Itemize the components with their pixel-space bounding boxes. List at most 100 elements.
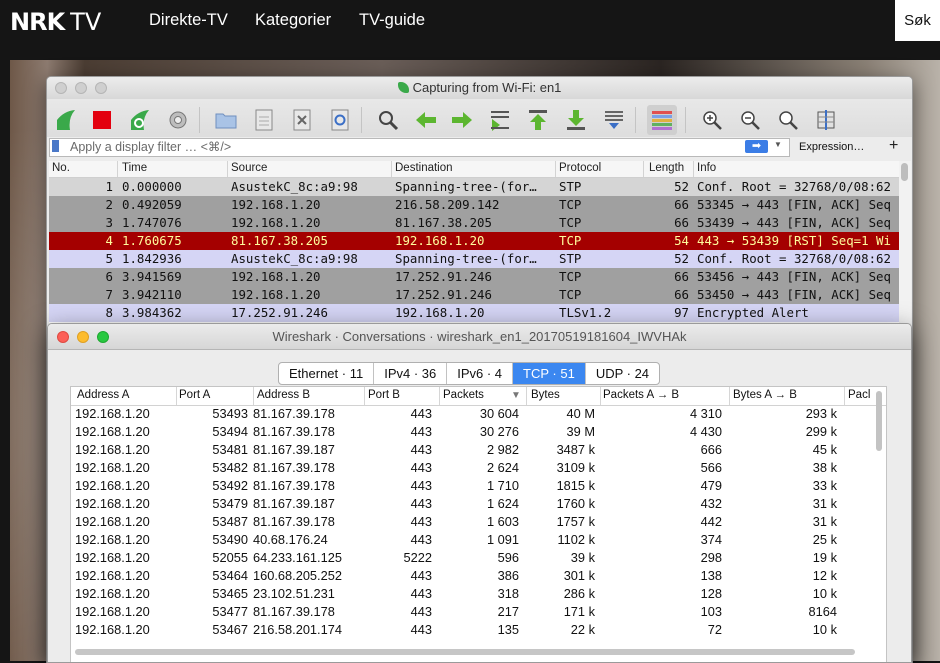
first-packet-icon[interactable] xyxy=(523,105,553,135)
column-header-destination[interactable]: Destination xyxy=(395,162,453,174)
packet-row[interactable]: 8 3.984362 17.252.91.246 192.168.1.20 TLSv1.… xyxy=(49,304,899,322)
conversation-row[interactable]: 192.168.1.20 53482 81.167.39.178 443 2 624 31… xyxy=(71,459,871,477)
colorize-icon[interactable] xyxy=(647,105,677,135)
normal-size-icon[interactable] xyxy=(773,105,803,135)
packet-time: 0.000000 xyxy=(122,179,182,194)
packet-source: 192.168.1.20 xyxy=(231,287,321,302)
column-header-no[interactable]: No. xyxy=(52,162,70,174)
close-window-button[interactable] xyxy=(57,331,69,343)
column-header-packets[interactable]: Packets xyxy=(443,389,484,401)
nrk-tv-logo[interactable]: NRK TV xyxy=(10,8,101,36)
sort-descending-icon[interactable]: ▼ xyxy=(511,390,521,401)
zoom-out-icon[interactable] xyxy=(735,105,765,135)
packet-info: Encrypted Alert xyxy=(697,305,809,320)
column-header-address-b[interactable]: Address B xyxy=(257,389,310,401)
column-header-address-a[interactable]: Address A xyxy=(77,389,129,401)
conversation-row[interactable]: 192.168.1.20 53481 81.167.39.187 443 2 982 34… xyxy=(71,441,871,459)
scrollbar-thumb[interactable] xyxy=(75,649,855,655)
window-title: Capturing from Wi-Fi: en1 xyxy=(412,80,562,95)
last-packet-icon[interactable] xyxy=(561,105,591,135)
packet-row[interactable]: 1 0.000000 AsustekC_8c:a9:98 Spanning-tree-… xyxy=(49,178,899,196)
column-header-protocol[interactable]: Protocol xyxy=(559,162,601,174)
minimize-window-button[interactable] xyxy=(75,82,87,94)
find-packet-icon[interactable] xyxy=(373,105,403,135)
conversation-row[interactable]: 192.168.1.20 53465 23.102.51.231 443 318 286 … xyxy=(71,585,871,603)
capture-options-gear-icon[interactable] xyxy=(163,105,193,135)
nav-direkte-tv[interactable]: Direkte-TV xyxy=(149,11,228,30)
resize-columns-icon[interactable] xyxy=(811,105,841,135)
port-a: 53481 xyxy=(212,442,248,457)
packet-no: 6 xyxy=(105,269,113,284)
conversation-row[interactable]: 192.168.1.20 53477 81.167.39.178 443 217 171 … xyxy=(71,603,871,621)
display-filter-input[interactable]: Apply a display filter … <⌘/> xyxy=(49,138,790,157)
column-header-source[interactable]: Source xyxy=(231,162,267,174)
column-header-time[interactable]: Time xyxy=(122,162,147,174)
conversation-row[interactable]: 192.168.1.20 53493 81.167.39.178 443 30 604 4… xyxy=(71,405,871,423)
packet-info: 53456 → 443 [FIN, ACK] Seq xyxy=(697,269,891,284)
port-b: 443 xyxy=(410,604,432,619)
minimize-window-button[interactable] xyxy=(77,331,89,343)
save-file-icon[interactable] xyxy=(249,105,279,135)
conversation-row[interactable]: 192.168.1.20 53467 216.58.201.174 443 135 22 … xyxy=(71,621,871,639)
zoom-window-button[interactable] xyxy=(95,82,107,94)
reload-file-icon[interactable] xyxy=(325,105,355,135)
expression-button[interactable]: Expression… xyxy=(799,141,864,153)
close-window-button[interactable] xyxy=(55,82,67,94)
zoom-window-button[interactable] xyxy=(97,331,109,343)
column-header-packets-b-to-a[interactable]: Pacl xyxy=(848,389,870,401)
filter-bookmark-icon[interactable] xyxy=(52,140,59,152)
conversation-row[interactable]: 192.168.1.20 53492 81.167.39.178 443 1 710 18… xyxy=(71,477,871,495)
packet-row[interactable]: 2 0.492059 192.168.1.20 216.58.209.142 TCP 66… xyxy=(49,196,899,214)
tab-tcp[interactable]: TCP · 51 xyxy=(513,363,586,384)
packet-row[interactable]: 6 3.941569 192.168.1.20 17.252.91.246 TCP 66 5… xyxy=(49,268,899,286)
conversation-row[interactable]: 192.168.1.20 53490 40.68.176.24 443 1 091 110… xyxy=(71,531,871,549)
autoscroll-icon[interactable] xyxy=(599,105,629,135)
packet-destination: 81.167.38.205 xyxy=(395,215,492,230)
apply-filter-button[interactable]: ➡ xyxy=(745,140,768,153)
tab-ipv4[interactable]: IPv4 · 36 xyxy=(374,363,448,384)
conversations-vertical-scrollbar[interactable] xyxy=(874,391,884,661)
packet-row[interactable]: 5 1.842936 AsustekC_8c:a9:98 Spanning-tree-… xyxy=(49,250,899,268)
conversations-table[interactable]: Address A Port A Address B Port B Packet… xyxy=(70,386,887,662)
conversation-row[interactable]: 192.168.1.20 53487 81.167.39.178 443 1 603 17… xyxy=(71,513,871,531)
go-forward-icon[interactable] xyxy=(447,105,477,135)
tab-ethernet[interactable]: Ethernet · 11 xyxy=(279,363,375,384)
nav-tv-guide[interactable]: TV-guide xyxy=(359,11,425,30)
stop-capture-icon[interactable] xyxy=(87,105,117,135)
packet-row[interactable]: 4 1.760675 81.167.38.205 192.168.1.20 TCP 54 4… xyxy=(49,232,899,250)
packet-row[interactable]: 3 1.747076 192.168.1.20 81.167.38.205 TCP 66 5… xyxy=(49,214,899,232)
zoom-in-icon[interactable] xyxy=(697,105,727,135)
conversation-row[interactable]: 192.168.1.20 53479 81.167.39.187 443 1 624 17… xyxy=(71,495,871,513)
start-capture-icon[interactable] xyxy=(51,105,81,135)
conversation-row[interactable]: 192.168.1.20 53494 81.167.39.178 443 30 276 3… xyxy=(71,423,871,441)
scrollbar-thumb[interactable] xyxy=(876,391,882,451)
go-back-icon[interactable] xyxy=(411,105,441,135)
scrollbar-thumb[interactable] xyxy=(901,163,908,181)
column-header-bytes-a-to-b[interactable]: Bytes A → B xyxy=(733,389,797,401)
column-header-port-b[interactable]: Port B xyxy=(368,389,400,401)
column-header-packets-a-to-b[interactable]: Packets A → B xyxy=(603,389,679,401)
conversation-row[interactable]: 192.168.1.20 53464 160.68.205.252 443 386 301… xyxy=(71,567,871,585)
column-header-length[interactable]: Length xyxy=(649,162,684,174)
column-header-port-a[interactable]: Port A xyxy=(179,389,210,401)
conversations-horizontal-scrollbar[interactable] xyxy=(75,649,870,657)
tab-udp[interactable]: UDP · 24 xyxy=(586,363,659,384)
bytes: 286 k xyxy=(563,586,595,601)
packet-row[interactable]: 7 3.942110 192.168.1.20 17.252.91.246 TCP 66 5… xyxy=(49,286,899,304)
open-folder-icon[interactable] xyxy=(211,105,241,135)
filter-history-dropdown-icon[interactable]: ▼ xyxy=(774,140,782,149)
column-header-info[interactable]: Info xyxy=(697,162,716,174)
search-button[interactable]: Søk xyxy=(895,0,940,41)
port-b: 443 xyxy=(410,532,432,547)
packet-list[interactable]: No. Time Source Destination Protocol Len… xyxy=(49,161,899,323)
restart-capture-icon[interactable] xyxy=(125,105,155,135)
bytes-a-to-b: 10 k xyxy=(812,586,837,601)
nav-kategorier[interactable]: Kategorier xyxy=(255,11,331,30)
packet-list-scrollbar[interactable] xyxy=(899,161,911,323)
go-to-packet-icon[interactable] xyxy=(485,105,515,135)
tab-ipv6[interactable]: IPv6 · 4 xyxy=(447,363,514,384)
close-file-icon[interactable] xyxy=(287,105,317,135)
conversation-row[interactable]: 192.168.1.20 52055 64.233.161.125 5222 596 39… xyxy=(71,549,871,567)
column-header-bytes[interactable]: Bytes xyxy=(531,389,560,401)
add-filter-button[interactable]: + xyxy=(889,137,898,155)
